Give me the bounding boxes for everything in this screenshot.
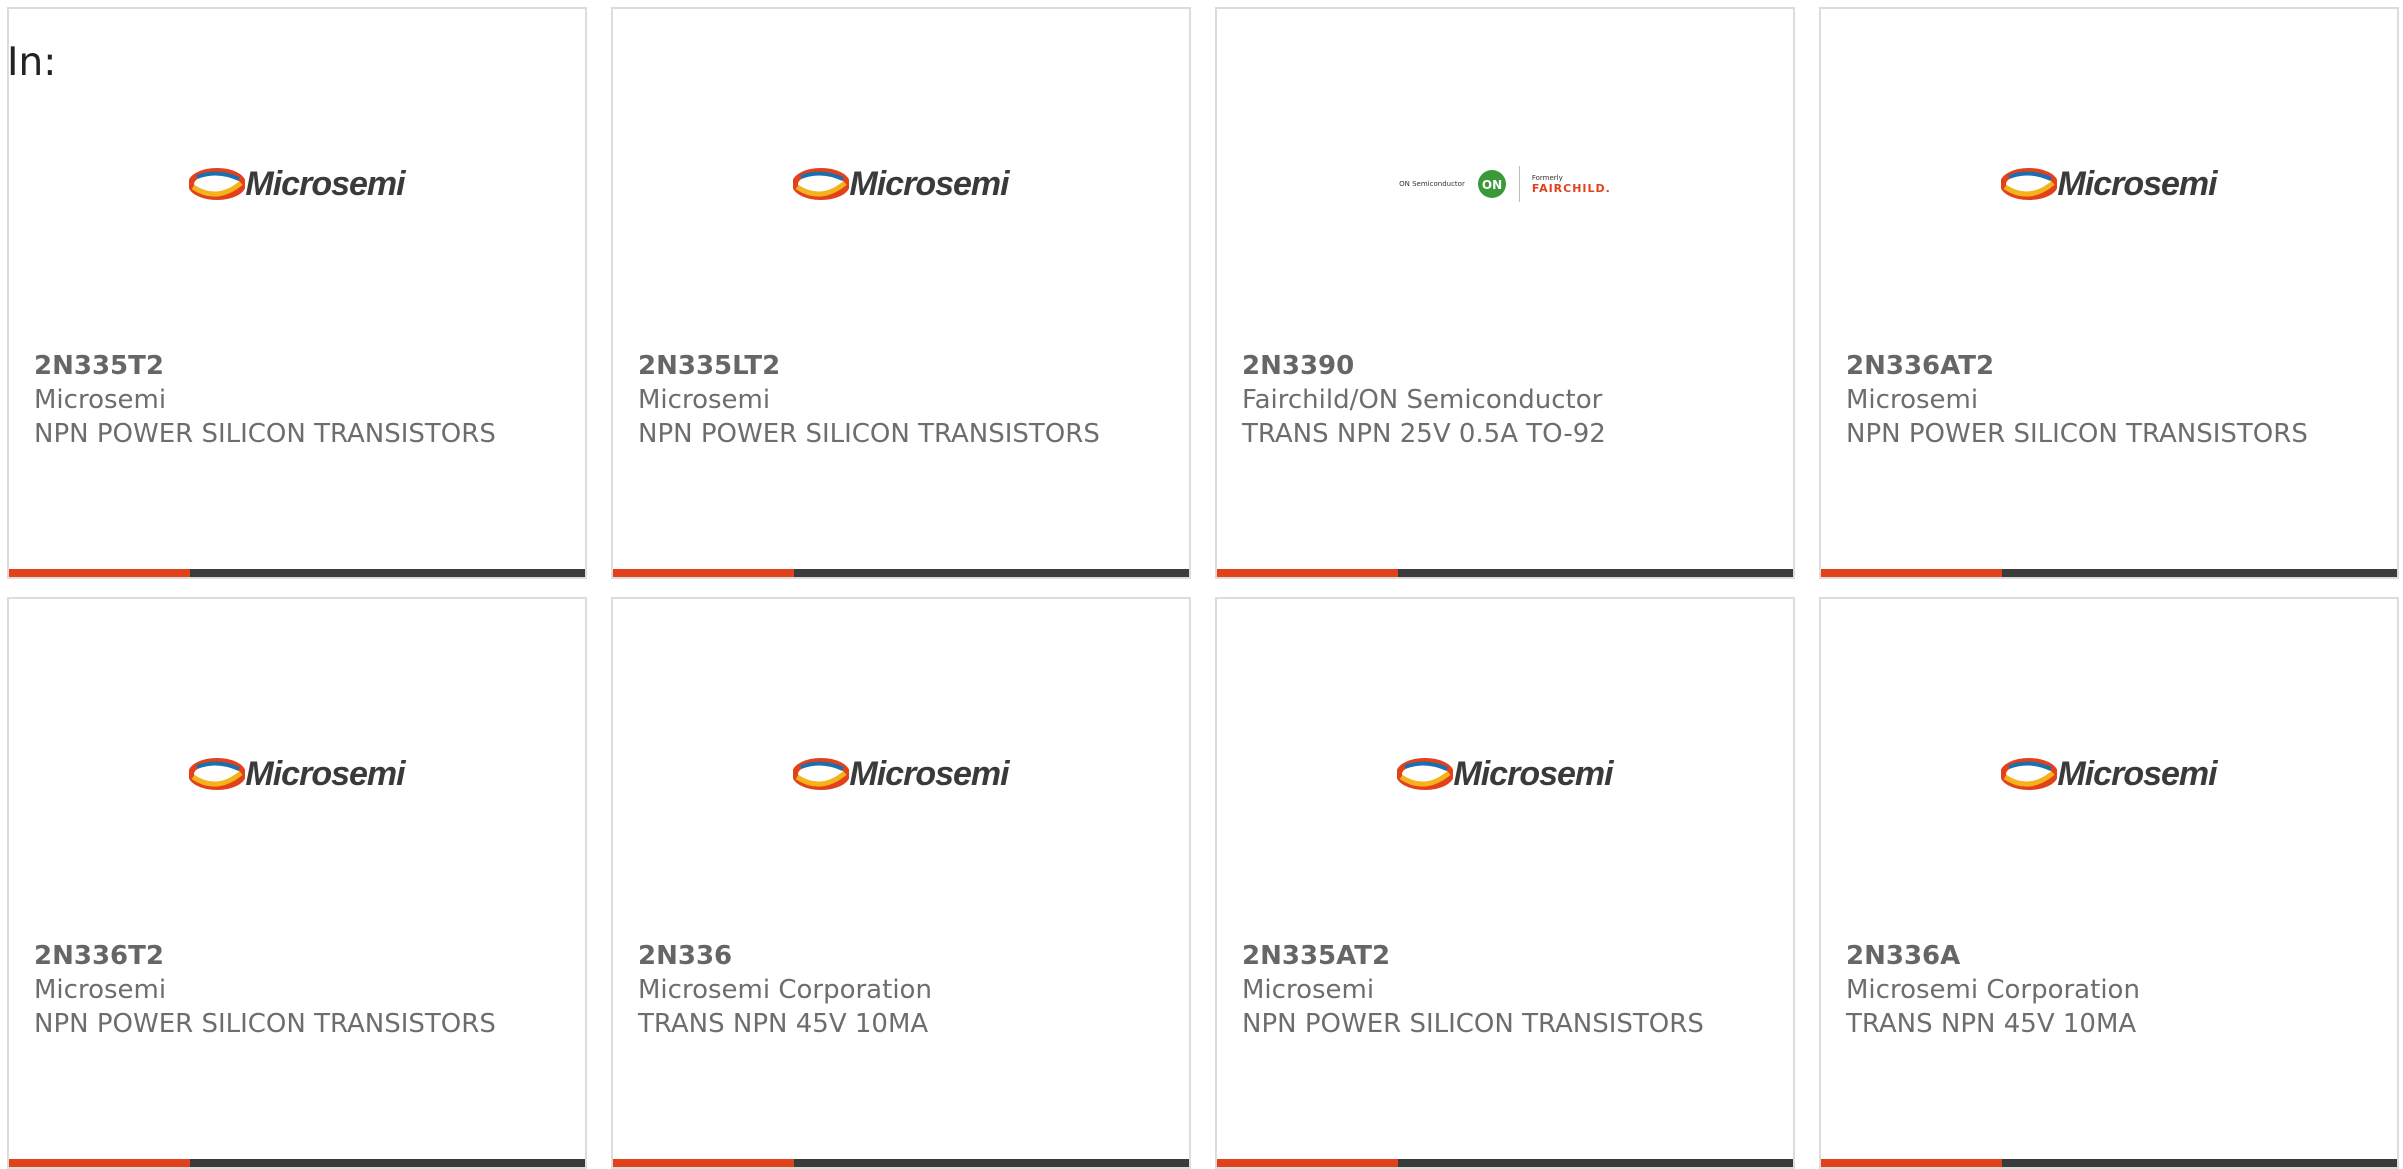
- manufacturer: Microsemi: [1242, 975, 1375, 1005]
- microsemi-swirl-icon: [2001, 758, 2058, 790]
- microsemi-logo: Microsemi: [9, 744, 585, 804]
- product-card[interactable]: Microsemi 2N336AT2 Microsemi NPN POWER S…: [1819, 7, 2399, 579]
- part-number[interactable]: 2N336AT2: [1846, 349, 2377, 383]
- product-card[interactable]: Microsemi 2N335LT2 Microsemi NPN POWER S…: [611, 7, 1191, 579]
- manufacturer: Microsemi: [34, 385, 167, 415]
- card-footer-bar: [9, 569, 585, 577]
- product-card[interactable]: Microsemi 2N336 Microsemi Corporation TR…: [611, 597, 1191, 1169]
- logo-text: Microsemi: [245, 754, 405, 793]
- microsemi-swirl-icon: [2001, 168, 2058, 200]
- description: NPN POWER SILICON TRANSISTORS: [1846, 419, 2308, 449]
- product-card[interactable]: Microsemi 2N335AT2 Microsemi NPN POWER S…: [1215, 597, 1795, 1169]
- manufacturer: Fairchild/ON Semiconductor: [1242, 385, 1603, 415]
- card-info: 2N336A Microsemi Corporation TRANS NPN 4…: [1846, 939, 2377, 1041]
- card-footer-bar: [1821, 569, 2397, 577]
- filter-label: In:: [7, 40, 57, 85]
- product-card[interactable]: Microsemi 2N336A Microsemi Corporation T…: [1819, 597, 2399, 1169]
- card-info: 2N335AT2 Microsemi NPN POWER SILICON TRA…: [1242, 939, 1773, 1041]
- accent-bar: [613, 1159, 794, 1167]
- microsemi-swirl-icon: [793, 168, 850, 200]
- manufacturer: Microsemi Corporation: [638, 975, 932, 1005]
- microsemi-logo: Microsemi: [1821, 154, 2397, 214]
- part-number[interactable]: 2N3390: [1242, 349, 1773, 383]
- microsemi-swirl-icon: [189, 758, 246, 790]
- accent-bar: [1217, 569, 1398, 577]
- product-grid: Microsemi 2N335T2 Microsemi NPN POWER SI…: [7, 7, 2399, 1169]
- logo-text: Microsemi: [2057, 164, 2217, 203]
- microsemi-logo: Microsemi: [1217, 744, 1793, 804]
- card-info: 2N335T2 Microsemi NPN POWER SILICON TRAN…: [34, 349, 565, 451]
- logo-text: Microsemi: [245, 164, 405, 203]
- accent-bar: [9, 569, 190, 577]
- accent-bar: [1217, 1159, 1398, 1167]
- microsemi-swirl-icon: [793, 758, 850, 790]
- logo-text: Microsemi: [1453, 754, 1613, 793]
- accent-bar: [9, 1159, 190, 1167]
- product-card[interactable]: ON Semiconductor ON Formerly FAIRCHILD. …: [1215, 7, 1795, 579]
- manufacturer: Microsemi Corporation: [1846, 975, 2140, 1005]
- manufacturer: Microsemi: [1846, 385, 1979, 415]
- fairchild-wordmark: FAIRCHILD.: [1531, 181, 1611, 195]
- card-info: 2N335LT2 Microsemi NPN POWER SILICON TRA…: [638, 349, 1169, 451]
- card-footer-bar: [1217, 569, 1793, 577]
- microsemi-logo: Microsemi: [613, 154, 1189, 214]
- microsemi-swirl-icon: [189, 168, 246, 200]
- card-footer-bar: [1217, 1159, 1793, 1167]
- product-card[interactable]: Microsemi 2N336T2 Microsemi NPN POWER SI…: [7, 597, 587, 1169]
- svg-text:ON: ON: [1482, 178, 1502, 192]
- manufacturer: Microsemi: [34, 975, 167, 1005]
- logo-text: Microsemi: [849, 164, 1009, 203]
- fairchild-on-logo: ON Semiconductor ON Formerly FAIRCHILD.: [1217, 154, 1793, 214]
- part-number[interactable]: 2N335T2: [34, 349, 565, 383]
- description: TRANS NPN 45V 10MA: [1846, 1009, 2137, 1039]
- logo-text: ON Semiconductor: [1399, 180, 1465, 188]
- logo-text: Microsemi: [2057, 754, 2217, 793]
- accent-bar: [1821, 1159, 2002, 1167]
- microsemi-logo: Microsemi: [1821, 744, 2397, 804]
- card-footer-bar: [613, 569, 1189, 577]
- card-footer-bar: [1821, 1159, 2397, 1167]
- logo-text: Microsemi: [849, 754, 1009, 793]
- manufacturer: Microsemi: [638, 385, 771, 415]
- microsemi-swirl-icon: [1397, 758, 1454, 790]
- description: NPN POWER SILICON TRANSISTORS: [34, 419, 496, 449]
- logo-divider: [1518, 166, 1520, 202]
- description: NPN POWER SILICON TRANSISTORS: [34, 1009, 496, 1039]
- card-footer-bar: [9, 1159, 585, 1167]
- card-info: 2N3390 Fairchild/ON Semiconductor TRANS …: [1242, 349, 1773, 451]
- description: NPN POWER SILICON TRANSISTORS: [638, 419, 1100, 449]
- part-number[interactable]: 2N336T2: [34, 939, 565, 973]
- part-number[interactable]: 2N336: [638, 939, 1169, 973]
- product-card[interactable]: Microsemi 2N335T2 Microsemi NPN POWER SI…: [7, 7, 587, 579]
- part-number[interactable]: 2N336A: [1846, 939, 2377, 973]
- part-number[interactable]: 2N335LT2: [638, 349, 1169, 383]
- card-info: 2N336 Microsemi Corporation TRANS NPN 45…: [638, 939, 1169, 1041]
- description: NPN POWER SILICON TRANSISTORS: [1242, 1009, 1704, 1039]
- card-info: 2N336T2 Microsemi NPN POWER SILICON TRAN…: [34, 939, 565, 1041]
- card-info: 2N336AT2 Microsemi NPN POWER SILICON TRA…: [1846, 349, 2377, 451]
- description: TRANS NPN 25V 0.5A TO-92: [1242, 419, 1606, 449]
- part-number[interactable]: 2N335AT2: [1242, 939, 1773, 973]
- description: TRANS NPN 45V 10MA: [638, 1009, 929, 1039]
- microsemi-logo: Microsemi: [613, 744, 1189, 804]
- accent-bar: [613, 569, 794, 577]
- logo-text: Formerly: [1531, 173, 1563, 182]
- accent-bar: [1821, 569, 2002, 577]
- card-footer-bar: [613, 1159, 1189, 1167]
- on-semiconductor-icon: ON: [1477, 170, 1506, 198]
- microsemi-logo: Microsemi: [9, 154, 585, 214]
